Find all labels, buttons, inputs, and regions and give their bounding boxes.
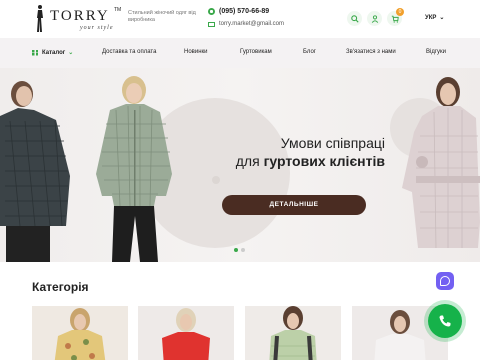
- categories-title: Категорія: [32, 280, 89, 294]
- hero-title: Умови співпраці для гуртових клієнтів: [200, 134, 385, 170]
- language-label: УКР: [425, 14, 437, 21]
- grid-icon: [32, 49, 38, 56]
- nav-new-arrivals[interactable]: Новинки: [184, 49, 208, 55]
- logo[interactable]: TORRY TM your style: [34, 4, 129, 34]
- category-card[interactable]: [245, 306, 341, 360]
- hero-slider[interactable]: Умови співпраці для гуртових клієнтів: [0, 68, 480, 262]
- tagline: Стильний жіночий одяг від виробника: [128, 10, 196, 23]
- category-image: [245, 306, 341, 360]
- nav-reviews[interactable]: Відгуки: [426, 49, 446, 55]
- phone-icon: [439, 315, 451, 327]
- viber-icon: [440, 276, 450, 286]
- chevron-down-icon: ⌄: [68, 50, 74, 56]
- user-icon: [371, 14, 378, 23]
- hero-model-olive-jacket: [96, 76, 172, 262]
- logo-figure-icon: [37, 5, 43, 32]
- phone-number: (095) 570-66-89: [219, 8, 270, 15]
- search-icon: [350, 14, 359, 23]
- phone-icon: [208, 8, 215, 15]
- logo-tm: TM: [114, 7, 122, 13]
- nav-delivery[interactable]: Доставка та оплата: [102, 49, 156, 55]
- cart-icon: [391, 15, 399, 23]
- category-card[interactable]: [138, 306, 234, 360]
- nav-wholesale[interactable]: Гуртовикам: [240, 49, 272, 55]
- hero-decor-dot: [212, 176, 220, 184]
- phone-link[interactable]: (095) 570-66-89: [208, 8, 269, 15]
- hero-model-lilac-jacket: [402, 77, 480, 249]
- hero-title-line2-bold: гуртових клієнтів: [263, 153, 385, 169]
- slider-dot-2[interactable]: [241, 248, 245, 252]
- account-button[interactable]: [367, 11, 382, 26]
- category-image: [32, 306, 128, 360]
- hero-model-dark-jacket: [0, 81, 70, 262]
- slider-dot-1[interactable]: [234, 248, 238, 252]
- search-button[interactable]: [347, 11, 362, 26]
- logo-subtitle: your style: [80, 25, 114, 31]
- nav-contact[interactable]: Зв'язатися з нами: [346, 49, 396, 55]
- slider-dots: [234, 248, 248, 252]
- category-image: [138, 306, 234, 360]
- chevron-down-icon: ⌄: [439, 15, 445, 21]
- email-link[interactable]: torry.market@gmail.com: [208, 21, 284, 27]
- nav-catalog-label: Каталог: [42, 49, 66, 56]
- header: TORRY TM your style Стильний жіночий одя…: [0, 0, 480, 38]
- logo-brand: TORRY: [50, 8, 110, 24]
- nav-catalog[interactable]: Каталог ⌄: [32, 49, 73, 56]
- hero-details-button[interactable]: ДЕТАЛЬНІШЕ: [222, 195, 366, 215]
- category-card[interactable]: [32, 306, 128, 360]
- hero-title-line1: Умови співпраці: [280, 135, 385, 151]
- nav-blog[interactable]: Блог: [303, 49, 316, 55]
- viber-button[interactable]: [436, 272, 454, 290]
- call-button[interactable]: [428, 304, 462, 338]
- page: TORRY TM your style Стильний жіночий одя…: [0, 0, 480, 360]
- main-nav: Каталог ⌄ Доставка та оплата Новинки Гур…: [0, 38, 480, 68]
- language-selector[interactable]: УКР ⌄: [425, 14, 445, 22]
- email-address: torry.market@gmail.com: [219, 21, 284, 27]
- hero-title-line2-normal: для: [235, 153, 264, 169]
- cart-count-badge: 0: [396, 8, 404, 16]
- mail-icon: [208, 21, 215, 27]
